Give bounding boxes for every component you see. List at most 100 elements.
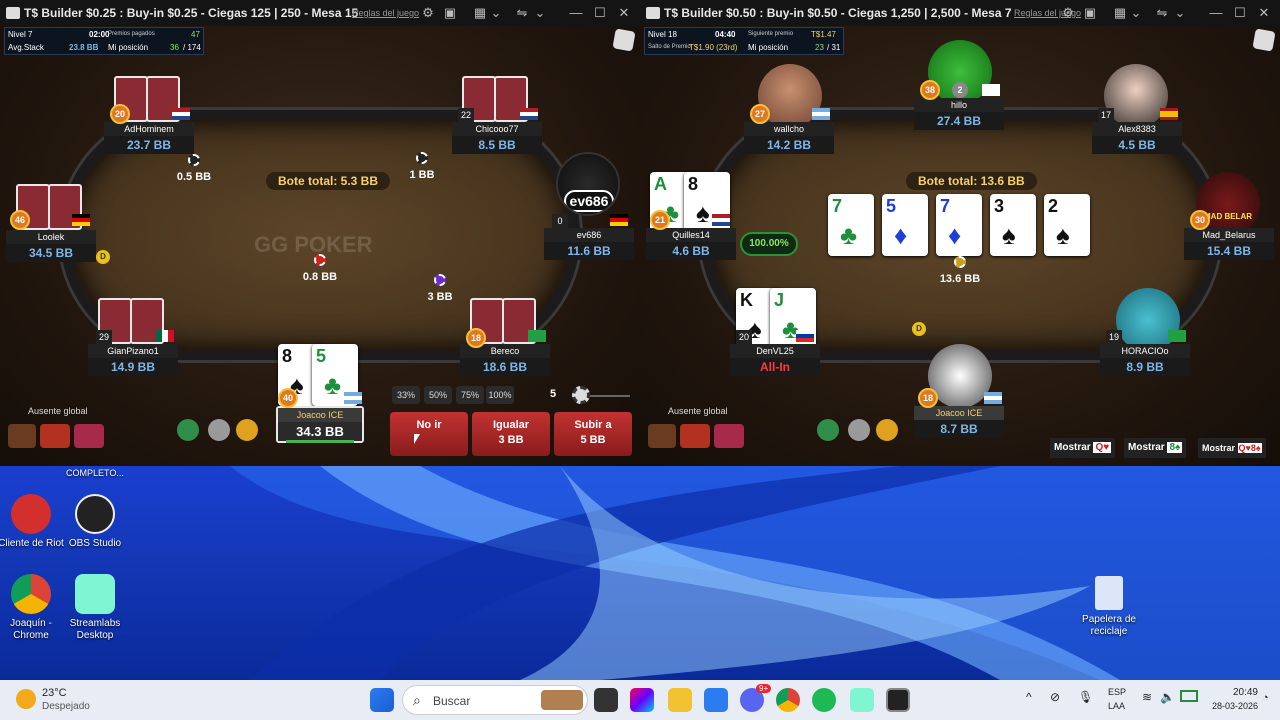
weather-temp[interactable]: 23°C xyxy=(42,687,67,699)
taskbar: 23°C Despejado ⌕ Buscar 9+ ^ ⊘ 🎙 ESP LAA… xyxy=(0,680,1280,720)
bet-slider-handle[interactable] xyxy=(572,386,590,404)
desktop-icon-riot[interactable]: Cliente de Riot xyxy=(0,494,66,550)
raise-button[interactable]: Subir a5 BB xyxy=(554,412,632,456)
bet-amount-input[interactable]: 5 xyxy=(550,388,556,400)
layout-icon[interactable]: ▦ xyxy=(472,5,488,21)
file-explorer-icon[interactable] xyxy=(668,688,692,712)
casino-icon[interactable] xyxy=(8,424,36,448)
chevron-down-icon[interactable]: ⌄ xyxy=(532,5,548,21)
close-icon[interactable]: ✕ xyxy=(1256,5,1272,21)
player-stack: 34.5 BB xyxy=(6,244,96,262)
seat-alex8383[interactable]: Alex8383 4.5 BB xyxy=(1092,122,1182,154)
rules-link[interactable]: Reglas del juego xyxy=(352,8,419,18)
streamlabs-icon[interactable] xyxy=(850,688,874,712)
notes-icon[interactable]: ▣ xyxy=(1082,5,1098,21)
emoji-icon[interactable] xyxy=(876,419,898,441)
desktop-icon-chrome[interactable]: Joaquín - Chrome xyxy=(0,574,66,642)
desktop-icon-recycle-bin[interactable]: Papelera de reciclaje xyxy=(1074,576,1144,638)
stack-view-icon[interactable]: ⇋ xyxy=(514,5,530,21)
gear-icon[interactable]: ⚙ xyxy=(1060,5,1076,21)
stack-view-icon[interactable]: ⇋ xyxy=(1154,5,1170,21)
start-icon[interactable] xyxy=(370,688,394,712)
battery-icon[interactable] xyxy=(1180,690,1198,702)
position-label: Mi posición xyxy=(748,43,789,52)
fold-button[interactable]: No ir xyxy=(390,412,468,456)
clock-time[interactable]: 20:49 xyxy=(1208,687,1258,698)
chevron-up-icon[interactable]: ^ xyxy=(1026,690,1032,704)
minimize-icon[interactable]: — xyxy=(1208,5,1224,21)
layout-icon[interactable]: ▦ xyxy=(1112,5,1128,21)
card-icon[interactable] xyxy=(1252,28,1276,52)
player-name: DenVL25 xyxy=(730,344,820,358)
volume-icon[interactable]: 🔈 xyxy=(1160,690,1175,704)
show-both-button[interactable]: Mostrar Q♥8♠ xyxy=(1198,438,1266,458)
chevron-down-icon[interactable]: ⌄ xyxy=(1172,5,1188,21)
chat-icon[interactable] xyxy=(208,419,230,441)
player-name: wallcho xyxy=(744,122,834,136)
board-card-2: 5 ♦ xyxy=(882,194,928,256)
microphone-icon[interactable]: 🎙 xyxy=(1078,690,1093,704)
chrome-icon[interactable] xyxy=(776,688,800,712)
roulette-icon[interactable] xyxy=(680,424,710,448)
bet-slider-track[interactable] xyxy=(590,395,630,397)
notifications-icon[interactable]: ◔ xyxy=(1262,692,1269,704)
seat-quilles14[interactable]: Quilles14 4.6 BB xyxy=(646,228,736,260)
wifi-icon[interactable]: ≋ xyxy=(1142,690,1152,704)
seat-hero[interactable]: Joacoo ICE 34.3 BB xyxy=(276,406,364,443)
chevron-down-icon[interactable]: ⌄ xyxy=(1128,5,1144,21)
bet-flop-icon[interactable] xyxy=(74,424,104,448)
chevron-down-icon[interactable]: ⌄ xyxy=(488,5,504,21)
close-icon[interactable]: ✕ xyxy=(616,5,632,21)
gear-icon[interactable]: ⚙ xyxy=(420,5,436,21)
roulette-icon[interactable] xyxy=(40,424,70,448)
card-icon[interactable] xyxy=(612,28,636,52)
emoji-icon[interactable] xyxy=(236,419,258,441)
show-card-2-button[interactable]: Mostrar 8♠ xyxy=(1124,438,1187,458)
level-badge: 20 xyxy=(736,330,752,344)
ggpoker-icon[interactable] xyxy=(886,688,910,712)
store-icon[interactable] xyxy=(704,688,728,712)
notes-icon[interactable]: ▣ xyxy=(442,5,458,21)
ggpoker-logo-icon xyxy=(646,7,660,19)
seat-mad-belarus[interactable]: Mad_Belarus 15.4 BB xyxy=(1184,228,1274,260)
maximize-icon[interactable]: ☐ xyxy=(592,5,608,21)
clock-date[interactable]: 28-03-2026 xyxy=(1200,701,1258,711)
weather-desc[interactable]: Despejado xyxy=(42,701,90,712)
search-box[interactable]: ⌕ Buscar xyxy=(402,685,588,715)
keyboard-layout[interactable]: LAA xyxy=(1108,701,1125,711)
desktop-icon-obs[interactable]: OBS Studio xyxy=(60,494,130,550)
bounty-badge: 2 xyxy=(952,82,968,98)
minimize-icon[interactable]: — xyxy=(568,5,584,21)
copilot-icon[interactable] xyxy=(630,688,654,712)
spotify-icon[interactable] xyxy=(812,688,836,712)
seat-ev686[interactable]: ev686 11.6 BB xyxy=(544,228,634,260)
desktop-icon-streamlabs[interactable]: Streamlabs Desktop xyxy=(60,574,130,642)
seat-horacioo[interactable]: HORACIOo 8.9 BB xyxy=(1100,344,1190,376)
bet-pct-100[interactable]: 100% xyxy=(486,386,514,404)
show-card-1-button[interactable]: Mostrar Q♥ xyxy=(1050,438,1116,458)
network-off-icon[interactable]: ⊘ xyxy=(1050,690,1060,704)
seat-hero[interactable]: Joacoo ICE 8.7 BB xyxy=(914,406,1004,438)
level-badge: 29 xyxy=(96,330,112,344)
player-name: Joacoo ICE xyxy=(278,408,362,422)
global-away-toggle[interactable]: Ausente global xyxy=(668,406,728,416)
video-icon[interactable] xyxy=(817,419,839,441)
chat-icon[interactable] xyxy=(848,419,870,441)
call-button[interactable]: Igualar 3 BB xyxy=(472,412,550,456)
player-stack: 34.3 BB xyxy=(278,422,362,441)
task-view-icon[interactable] xyxy=(594,688,618,712)
seat-denvl25[interactable]: DenVL25 All-In xyxy=(730,344,820,376)
language-code[interactable]: ESP xyxy=(1108,687,1126,697)
maximize-icon[interactable]: ☐ xyxy=(1232,5,1248,21)
global-away-toggle[interactable]: Ausente global xyxy=(28,406,88,416)
seat-hillo[interactable]: hillo 27.4 BB xyxy=(914,98,1004,130)
bet-flop-icon[interactable] xyxy=(714,424,744,448)
seat-wallcho[interactable]: wallcho 14.2 BB xyxy=(744,122,834,154)
weather-icon[interactable] xyxy=(16,689,36,709)
bet-pct-75[interactable]: 75% xyxy=(456,386,484,404)
casino-icon[interactable] xyxy=(648,424,676,448)
bet-pct-33[interactable]: 33% xyxy=(392,386,420,404)
bet-pct-50[interactable]: 50% xyxy=(424,386,452,404)
brazil-flag-icon xyxy=(1168,330,1186,342)
video-icon[interactable] xyxy=(177,419,199,441)
